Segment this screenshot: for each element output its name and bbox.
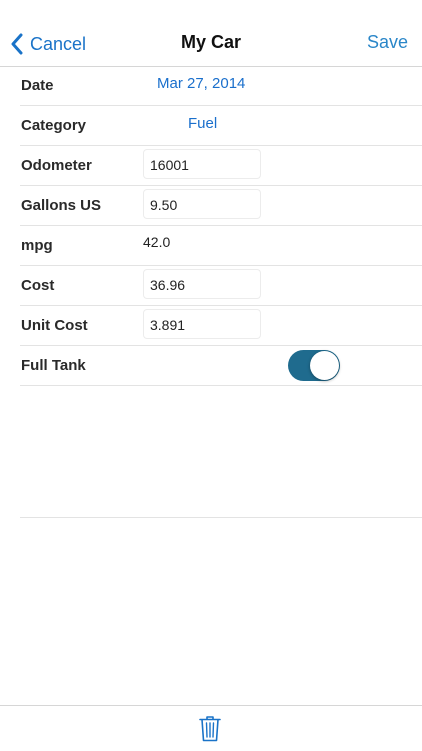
date-label: Date	[21, 77, 54, 94]
trash-icon[interactable]	[199, 715, 221, 742]
category-row: Category Fuel	[20, 106, 422, 146]
date-picker-button[interactable]: Mar 27, 2014	[157, 66, 245, 105]
mpg-value: 42.0	[143, 234, 171, 250]
divider	[20, 517, 422, 518]
navigation-bar: Cancel My Car Save	[0, 0, 422, 67]
mpg-label: mpg	[21, 237, 53, 254]
gallons-row: Gallons US 9.50	[20, 186, 422, 226]
unit-cost-label: Unit Cost	[21, 317, 88, 334]
category-picker-button[interactable]: Fuel	[188, 106, 217, 145]
bottom-toolbar	[0, 705, 422, 751]
full-tank-toggle[interactable]	[288, 350, 340, 381]
fuel-entry-form: Date Mar 27, 2014 Category Fuel Odometer…	[20, 66, 422, 386]
category-label: Category	[21, 117, 87, 134]
unit-cost-field[interactable]: 3.891	[143, 309, 261, 339]
full-tank-row: Full Tank	[20, 346, 422, 386]
cost-label: Cost	[21, 277, 55, 294]
cost-field[interactable]: 36.96	[143, 269, 261, 299]
mpg-row: mpg 42.0	[20, 226, 422, 266]
gallons-field[interactable]: 9.50	[143, 189, 261, 219]
full-tank-label: Full Tank	[21, 357, 86, 374]
save-button[interactable]: Save	[367, 32, 408, 53]
odometer-field[interactable]: 16001	[143, 149, 261, 179]
cost-row: Cost 36.96	[20, 266, 422, 306]
toggle-knob	[310, 351, 339, 380]
odometer-row: Odometer 16001	[20, 146, 422, 186]
date-row: Date Mar 27, 2014	[20, 66, 422, 106]
unit-cost-row: Unit Cost 3.891	[20, 306, 422, 346]
page-title: My Car	[180, 32, 242, 52]
odometer-label: Odometer	[21, 157, 92, 174]
gallons-label: Gallons US	[21, 197, 102, 214]
